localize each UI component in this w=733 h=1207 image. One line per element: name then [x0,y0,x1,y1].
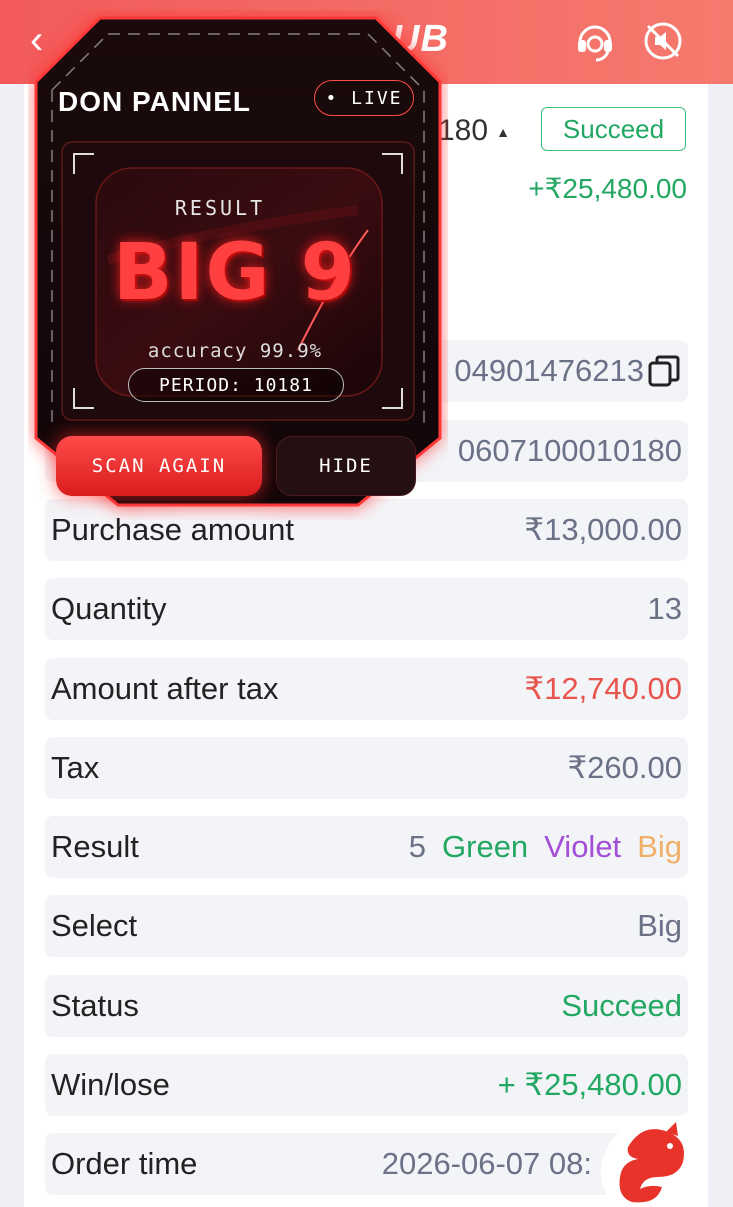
caret-up-icon: ▲ [496,124,510,141]
tax-row: Tax ₹260.00 [45,737,688,799]
result-row: Result 5 Green Violet Big [45,816,688,878]
accuracy-text: accuracy 99.9% [147,340,323,362]
result-color-green: Green [442,829,529,864]
win-lose-label: Win/lose [51,1067,170,1102]
order-number-value: 04901476213 [454,353,644,388]
copy-icon[interactable] [646,353,682,389]
prediction-result: BIG 9 [113,228,357,318]
quantity-label: Quantity [51,591,167,626]
order-time-value: 2026-06-07 08: [381,1146,592,1181]
select-label: Select [51,908,138,943]
period-badge: PERIOD: 10181 [128,368,344,402]
period-value: 0607100010180 [457,433,682,468]
live-badge: • LIVE [314,80,414,116]
status-value: Succeed [561,988,682,1023]
amount-after-tax-value: ₹12,740.00 [524,671,682,706]
win-lose-row: Win/lose + ₹25,480.00 [45,1054,688,1116]
summary-win-amount: +₹25,480.00 [528,173,687,204]
result-color-violet: Violet [544,829,622,864]
status-badge: Succeed [541,107,686,151]
sound-off-icon[interactable] [640,18,686,64]
tax-label: Tax [51,750,100,785]
status-label: Status [51,988,139,1023]
quantity-value: 13 [647,591,682,626]
result-number: 5 [408,829,427,864]
quantity-row: Quantity 13 [45,578,688,640]
result-label: Result [51,829,139,864]
win-lose-value: + ₹25,480.00 [497,1067,682,1102]
amount-after-tax-label: Amount after tax [51,671,279,706]
purchase-amount-value: ₹13,000.00 [524,512,682,547]
amount-after-tax-row: Amount after tax ₹12,740.00 [45,658,688,720]
select-value: Big [637,908,682,943]
result-value: 5 Green Violet Big [409,829,682,865]
scan-again-button[interactable]: SCAN AGAIN [56,436,262,496]
hide-button[interactable]: HIDE [276,436,416,496]
headset-icon[interactable] [572,18,618,64]
panel-title: DON PANNEL [58,86,252,117]
order-time-label: Order time [51,1146,198,1181]
order-time-row: Order time 2026-06-07 08: [45,1133,688,1195]
select-row: Select Big [45,895,688,957]
result-size: Big [637,829,682,864]
status-row: Status Succeed [45,975,688,1037]
result-heading: RESULT [174,196,266,220]
tax-value: ₹260.00 [567,750,682,785]
summary-amount: 180 ▲ [438,114,510,147]
dragon-logo-icon[interactable] [598,1112,708,1207]
